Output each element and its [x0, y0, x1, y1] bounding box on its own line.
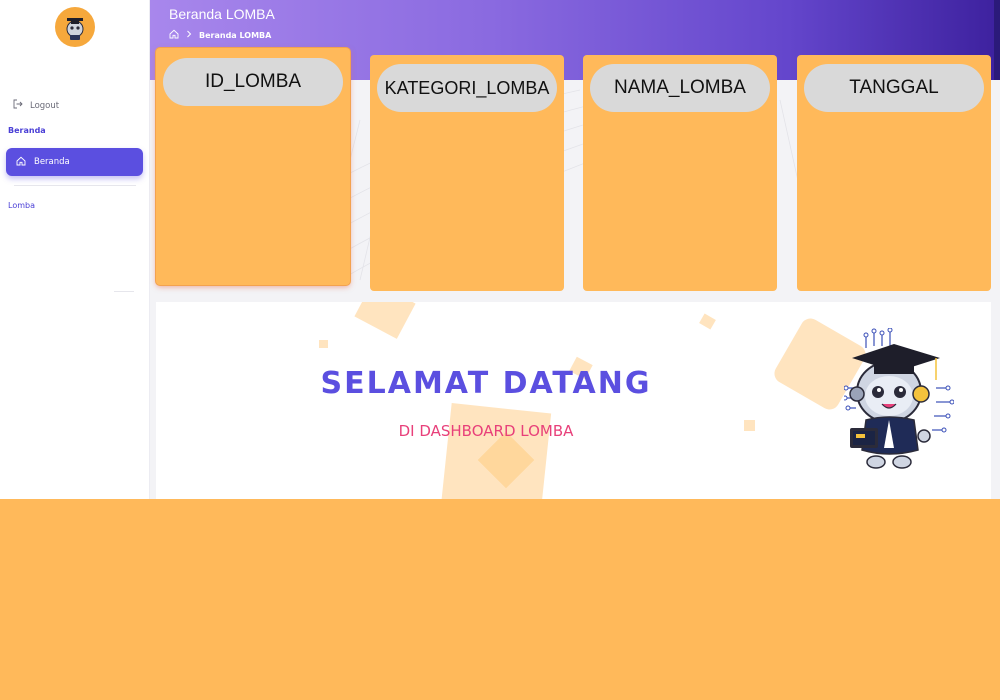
stat-card-nama-lomba[interactable]: NAMA_LOMBA [583, 55, 777, 291]
breadcrumb: Beranda LOMBA [169, 29, 271, 41]
sidebar-item-label: Beranda [34, 157, 70, 167]
logout-label: Logout [30, 100, 60, 111]
logo[interactable] [55, 7, 95, 47]
breadcrumb-current[interactable]: Beranda LOMBA [199, 31, 271, 40]
welcome-banner: SELAMAT DATANG DI DASHBOARD LOMBA [156, 302, 991, 499]
card-label: ID_LOMBA [163, 58, 343, 106]
chevron-right-icon [186, 30, 192, 40]
stat-card-kategori-lomba[interactable]: KATEGORI_LOMBA [370, 55, 564, 291]
sidebar-item-beranda[interactable]: Beranda [6, 148, 143, 176]
graduate-robot-mascot-icon [844, 328, 954, 469]
sidebar-item-lomba[interactable]: Lomba [8, 201, 35, 210]
home-icon [16, 156, 26, 169]
stat-card-id-lomba[interactable]: ID_LOMBA [156, 48, 350, 285]
card-label: NAMA_LOMBA [590, 64, 770, 112]
decor-square [319, 340, 328, 348]
sidebar-section-beranda: Beranda [8, 126, 46, 135]
stat-card-tanggal[interactable]: TANGGAL [797, 55, 991, 291]
card-label: TANGGAL [804, 64, 984, 112]
logout-button[interactable]: Logout [13, 99, 59, 112]
sidebar: Logout Beranda Beranda Lomba [0, 0, 150, 499]
card-label: KATEGORI_LOMBA [377, 64, 557, 112]
sidebar-divider [14, 185, 136, 186]
decor-square [354, 302, 416, 339]
mascot-logo-icon [66, 18, 84, 40]
welcome-title: SELAMAT DATANG [320, 366, 652, 401]
welcome-subtitle: DI DASHBOARD LOMBA [398, 422, 574, 440]
decor-square [699, 313, 716, 330]
page-title: Beranda LOMBA [169, 6, 275, 22]
app-frame: Logout Beranda Beranda Lomba Beranda LOM… [0, 0, 1000, 499]
sidebar-divider [114, 291, 134, 292]
logout-icon [13, 99, 23, 112]
home-icon[interactable] [169, 29, 179, 41]
